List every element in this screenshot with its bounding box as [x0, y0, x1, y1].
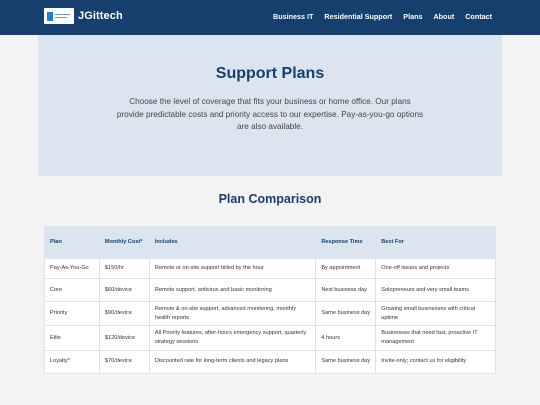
table-row: Priority $90/device Remote & on-site sup… [44, 300, 496, 327]
table-row: Elite $120/device All Priority features,… [44, 325, 496, 351]
cell-best-for: Solopreneurs and very small teams [375, 278, 496, 302]
hero-section: Support Plans Choose the level of covera… [38, 35, 502, 176]
plan-comparison-table-wrapper: Plan Monthly Cost* Includes Response Tim… [44, 226, 496, 374]
cell-includes: Discounted rate for long-term clients an… [148, 349, 317, 374]
cell-includes: Remote support, antivirus and basic moni… [148, 278, 317, 302]
cell-cost: $70/device [98, 349, 150, 374]
column-header-response-time: Response Time [315, 226, 377, 259]
column-header-best-for: Best For [375, 226, 496, 259]
table-header-row: Plan Monthly Cost* Includes Response Tim… [44, 226, 496, 259]
hero-description: Choose the level of coverage that fits y… [116, 97, 424, 132]
column-header-includes: Includes [148, 226, 317, 259]
cell-response: Next business day [315, 278, 377, 302]
site-header: JGittech Business IT Residential Support… [0, 0, 540, 35]
cell-best-for: Growing small businesses with critical u… [375, 300, 496, 327]
cell-plan: Core [44, 278, 100, 302]
cell-plan: Elite [44, 325, 100, 351]
nav-contact[interactable]: Contact [465, 12, 492, 21]
cell-plan: Loyalty* [44, 349, 100, 374]
logo-graphic [46, 11, 72, 22]
cell-cost: $90/device [98, 300, 150, 327]
cell-response: Same business day [315, 300, 377, 327]
column-header-monthly-cost: Monthly Cost* [98, 226, 150, 259]
nav-plans[interactable]: Plans [403, 12, 422, 21]
page-title: Support Plans [215, 65, 325, 82]
main-nav: Business IT Residential Support Plans Ab… [273, 12, 492, 21]
plan-comparison-title: Plan Comparison [218, 192, 322, 206]
brand-name[interactable]: JGittech [78, 10, 123, 22]
company-logo[interactable] [44, 8, 74, 24]
cell-includes: Remote & on-site support, advanced monit… [148, 300, 317, 327]
table-row: Pay-As-You-Go $150/hr Remote or on-site … [44, 258, 496, 279]
cell-best-for: Businesses that need fast, proactive IT … [375, 325, 496, 351]
cell-plan: Priority [44, 300, 100, 327]
cell-plan: Pay-As-You-Go [44, 258, 100, 279]
cell-includes: Remote or on-site support billed by the … [148, 258, 317, 279]
cell-cost: $60/device [98, 278, 150, 302]
table-row: Core $60/device Remote support, antiviru… [44, 278, 496, 302]
cell-response: Same business day [315, 349, 377, 374]
cell-best-for: Invite-only; contact us for eligibility [375, 349, 496, 374]
cell-response: By appointment [315, 258, 377, 279]
cell-response: 4 hours [315, 325, 377, 351]
plan-comparison-table: Plan Monthly Cost* Includes Response Tim… [44, 226, 496, 374]
nav-about[interactable]: About [433, 12, 454, 21]
cell-cost: $150/hr [98, 258, 150, 279]
cell-cost: $120/device [98, 325, 150, 351]
cell-best-for: One-off issues and projects [375, 258, 496, 279]
column-header-plan: Plan [44, 226, 100, 259]
nav-residential-support[interactable]: Residential Support [324, 12, 392, 21]
table-row: Loyalty* $70/device Discounted rate for … [44, 349, 496, 374]
nav-business-it[interactable]: Business IT [273, 12, 313, 21]
cell-includes: All Priority features, after-hours emerg… [148, 325, 317, 351]
